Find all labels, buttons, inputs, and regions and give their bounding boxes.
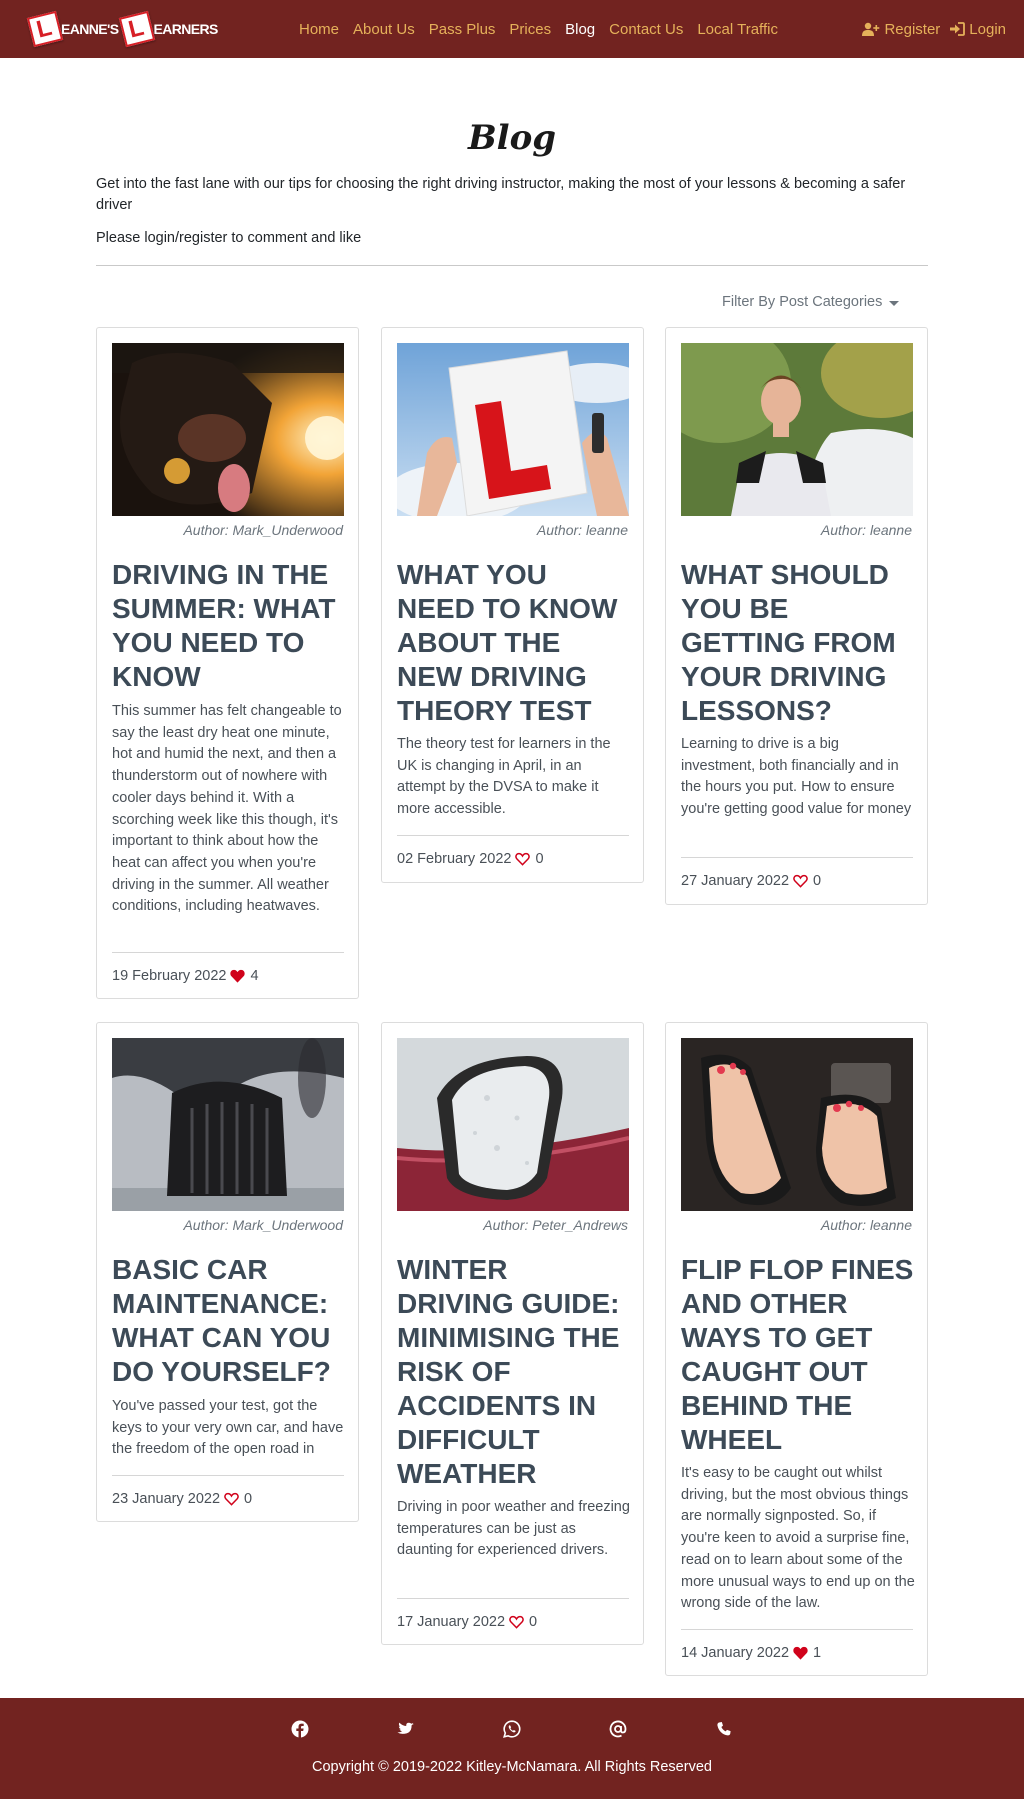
nav-about-us[interactable]: About Us xyxy=(353,21,415,38)
post-excerpt: It's easy to be caught out whilst drivin… xyxy=(681,1465,915,1612)
post-card: Author: leanne WHAT SHOULD YOU BE GETTIN… xyxy=(665,327,928,905)
post-date: 19 February 2022 xyxy=(112,968,227,984)
heart-outline-icon[interactable] xyxy=(793,874,808,888)
post-excerpt: Driving in poor weather and freezing tem… xyxy=(397,1499,630,1559)
post-card: Author: leanne WHAT YOU NEED TO KNOW ABO… xyxy=(381,327,644,883)
login-label: Login xyxy=(969,20,1006,38)
post-like-count: 0 xyxy=(529,1614,538,1630)
category-filter-dropdown[interactable]: Filter By Post Categories xyxy=(722,294,900,310)
post-meta: 14 January 2022 1 xyxy=(681,1645,821,1661)
post-image-dog-in-car[interactable] xyxy=(112,343,344,516)
site-logo[interactable]: L EANNE'S L EARNERS xyxy=(26,10,222,48)
post-meta: 17 January 2022 0 xyxy=(397,1614,537,1630)
post-date: 14 January 2022 xyxy=(681,1645,790,1661)
post-meta: 23 January 2022 0 xyxy=(112,1491,252,1507)
logo-l-plate-1: L xyxy=(26,10,64,48)
sign-in-icon xyxy=(950,22,966,36)
account-nav: Register Login xyxy=(852,0,1006,58)
post-image-flip-flops-pedals[interactable] xyxy=(681,1038,913,1211)
post-image-teen-by-car[interactable] xyxy=(681,343,913,516)
post-like-count: 4 xyxy=(250,968,259,984)
post-title[interactable]: BASIC CAR MAINTENANCE: WHAT CAN YOU DO Y… xyxy=(112,1253,346,1389)
social-links xyxy=(0,1720,1024,1738)
post-title[interactable]: FLIP FLOP FINES AND OTHER WAYS TO GET CA… xyxy=(681,1253,915,1457)
post-meta: 27 January 2022 0 xyxy=(681,873,821,889)
chevron-down-icon xyxy=(889,300,900,306)
filter-label: Filter By Post Categories xyxy=(722,294,883,310)
nav-prices[interactable]: Prices xyxy=(509,21,551,38)
post-meta: 19 February 2022 4 xyxy=(112,968,259,984)
email-icon[interactable] xyxy=(609,1720,627,1738)
heart-filled-icon[interactable] xyxy=(793,1646,808,1660)
heart-outline-icon[interactable] xyxy=(509,1615,524,1629)
post-author: Author: Mark_Underwood xyxy=(183,1217,343,1233)
post-excerpt: The theory test for learners in the UK i… xyxy=(397,736,611,818)
post-excerpt: This summer has felt changeable to say t… xyxy=(112,703,342,915)
register-label: Register xyxy=(884,20,941,38)
card-divider xyxy=(681,857,913,858)
post-author: Author: leanne xyxy=(820,522,912,538)
post-date: 23 January 2022 xyxy=(112,1491,221,1507)
twitter-icon[interactable] xyxy=(397,1720,415,1738)
main-nav: Home About Us Pass Plus Prices Blog Cont… xyxy=(292,0,785,58)
card-divider xyxy=(681,1629,913,1630)
logo-word-1: EANNE'S xyxy=(61,21,119,37)
card-divider xyxy=(112,1475,344,1476)
user-plus-icon xyxy=(862,22,880,36)
logo-l-plate-2: L xyxy=(119,10,156,48)
logo-word-2: EARNERS xyxy=(153,21,218,37)
page-title: Blog xyxy=(467,118,557,158)
heart-filled-icon[interactable] xyxy=(230,969,246,983)
nav-local-traffic[interactable]: Local Traffic xyxy=(697,21,778,38)
post-author: Author: leanne xyxy=(536,522,628,538)
header-divider xyxy=(96,265,928,266)
whatsapp-icon[interactable] xyxy=(503,1720,521,1738)
post-date: 02 February 2022 xyxy=(397,851,512,867)
blog-intro: Get into the fast lane with our tips for… xyxy=(96,176,906,213)
post-image-car-tyre[interactable] xyxy=(112,1038,344,1211)
nav-home[interactable]: Home xyxy=(299,21,339,38)
post-card: Author: Peter_Andrews WINTER DRIVING GUI… xyxy=(381,1022,644,1645)
post-card: Author: leanne FLIP FLOP FINES AND OTHER… xyxy=(665,1022,928,1676)
post-excerpt: Learning to drive is a big investment, b… xyxy=(681,736,912,818)
login-link[interactable]: Login xyxy=(950,21,1006,38)
post-like-count: 1 xyxy=(813,1645,822,1661)
card-divider xyxy=(397,835,629,836)
facebook-icon[interactable] xyxy=(291,1720,309,1738)
post-date: 27 January 2022 xyxy=(681,873,790,889)
post-image-l-plate[interactable] xyxy=(397,343,629,516)
post-card: Author: Mark_Underwood DRIVING IN THE SU… xyxy=(96,327,359,999)
post-author: Author: Peter_Andrews xyxy=(483,1217,628,1233)
phone-icon[interactable] xyxy=(715,1720,733,1738)
post-meta: 02 February 2022 0 xyxy=(397,851,544,867)
post-image-frosty-mirror[interactable] xyxy=(397,1038,629,1211)
top-navbar: L EANNE'S L EARNERS Home About Us Pass P… xyxy=(0,0,1024,58)
post-like-count: 0 xyxy=(535,851,544,867)
post-title[interactable]: DRIVING IN THE SUMMER: WHAT YOU NEED TO … xyxy=(112,558,346,694)
copyright-text: Copyright © 2019-2022 Kitley-McNamara. A… xyxy=(312,1759,712,1775)
post-title[interactable]: WHAT SHOULD YOU BE GETTING FROM YOUR DRI… xyxy=(681,558,915,728)
post-author: Author: leanne xyxy=(820,1217,912,1233)
post-title[interactable]: WHAT YOU NEED TO KNOW ABOUT THE NEW DRIV… xyxy=(397,558,631,728)
nav-pass-plus[interactable]: Pass Plus xyxy=(429,21,496,38)
card-divider xyxy=(112,952,344,953)
post-date: 17 January 2022 xyxy=(397,1614,506,1630)
login-notice: Please login/register to comment and lik… xyxy=(96,230,362,246)
post-card: Author: Mark_Underwood BASIC CAR MAINTEN… xyxy=(96,1022,359,1522)
register-link[interactable]: Register xyxy=(862,21,940,38)
post-like-count: 0 xyxy=(813,873,822,889)
post-title[interactable]: WINTER DRIVING GUIDE: MINIMISING THE RIS… xyxy=(397,1253,631,1491)
card-divider xyxy=(397,1598,629,1599)
site-footer: Copyright © 2019-2022 Kitley-McNamara. A… xyxy=(0,1698,1024,1799)
post-author: Author: Mark_Underwood xyxy=(183,522,343,538)
heart-outline-icon[interactable] xyxy=(515,852,531,866)
heart-outline-icon[interactable] xyxy=(224,1492,239,1506)
post-like-count: 0 xyxy=(244,1491,253,1507)
post-excerpt: You've passed your test, got the keys to… xyxy=(112,1398,344,1458)
nav-contact-us[interactable]: Contact Us xyxy=(609,21,683,38)
nav-blog[interactable]: Blog xyxy=(565,21,595,38)
